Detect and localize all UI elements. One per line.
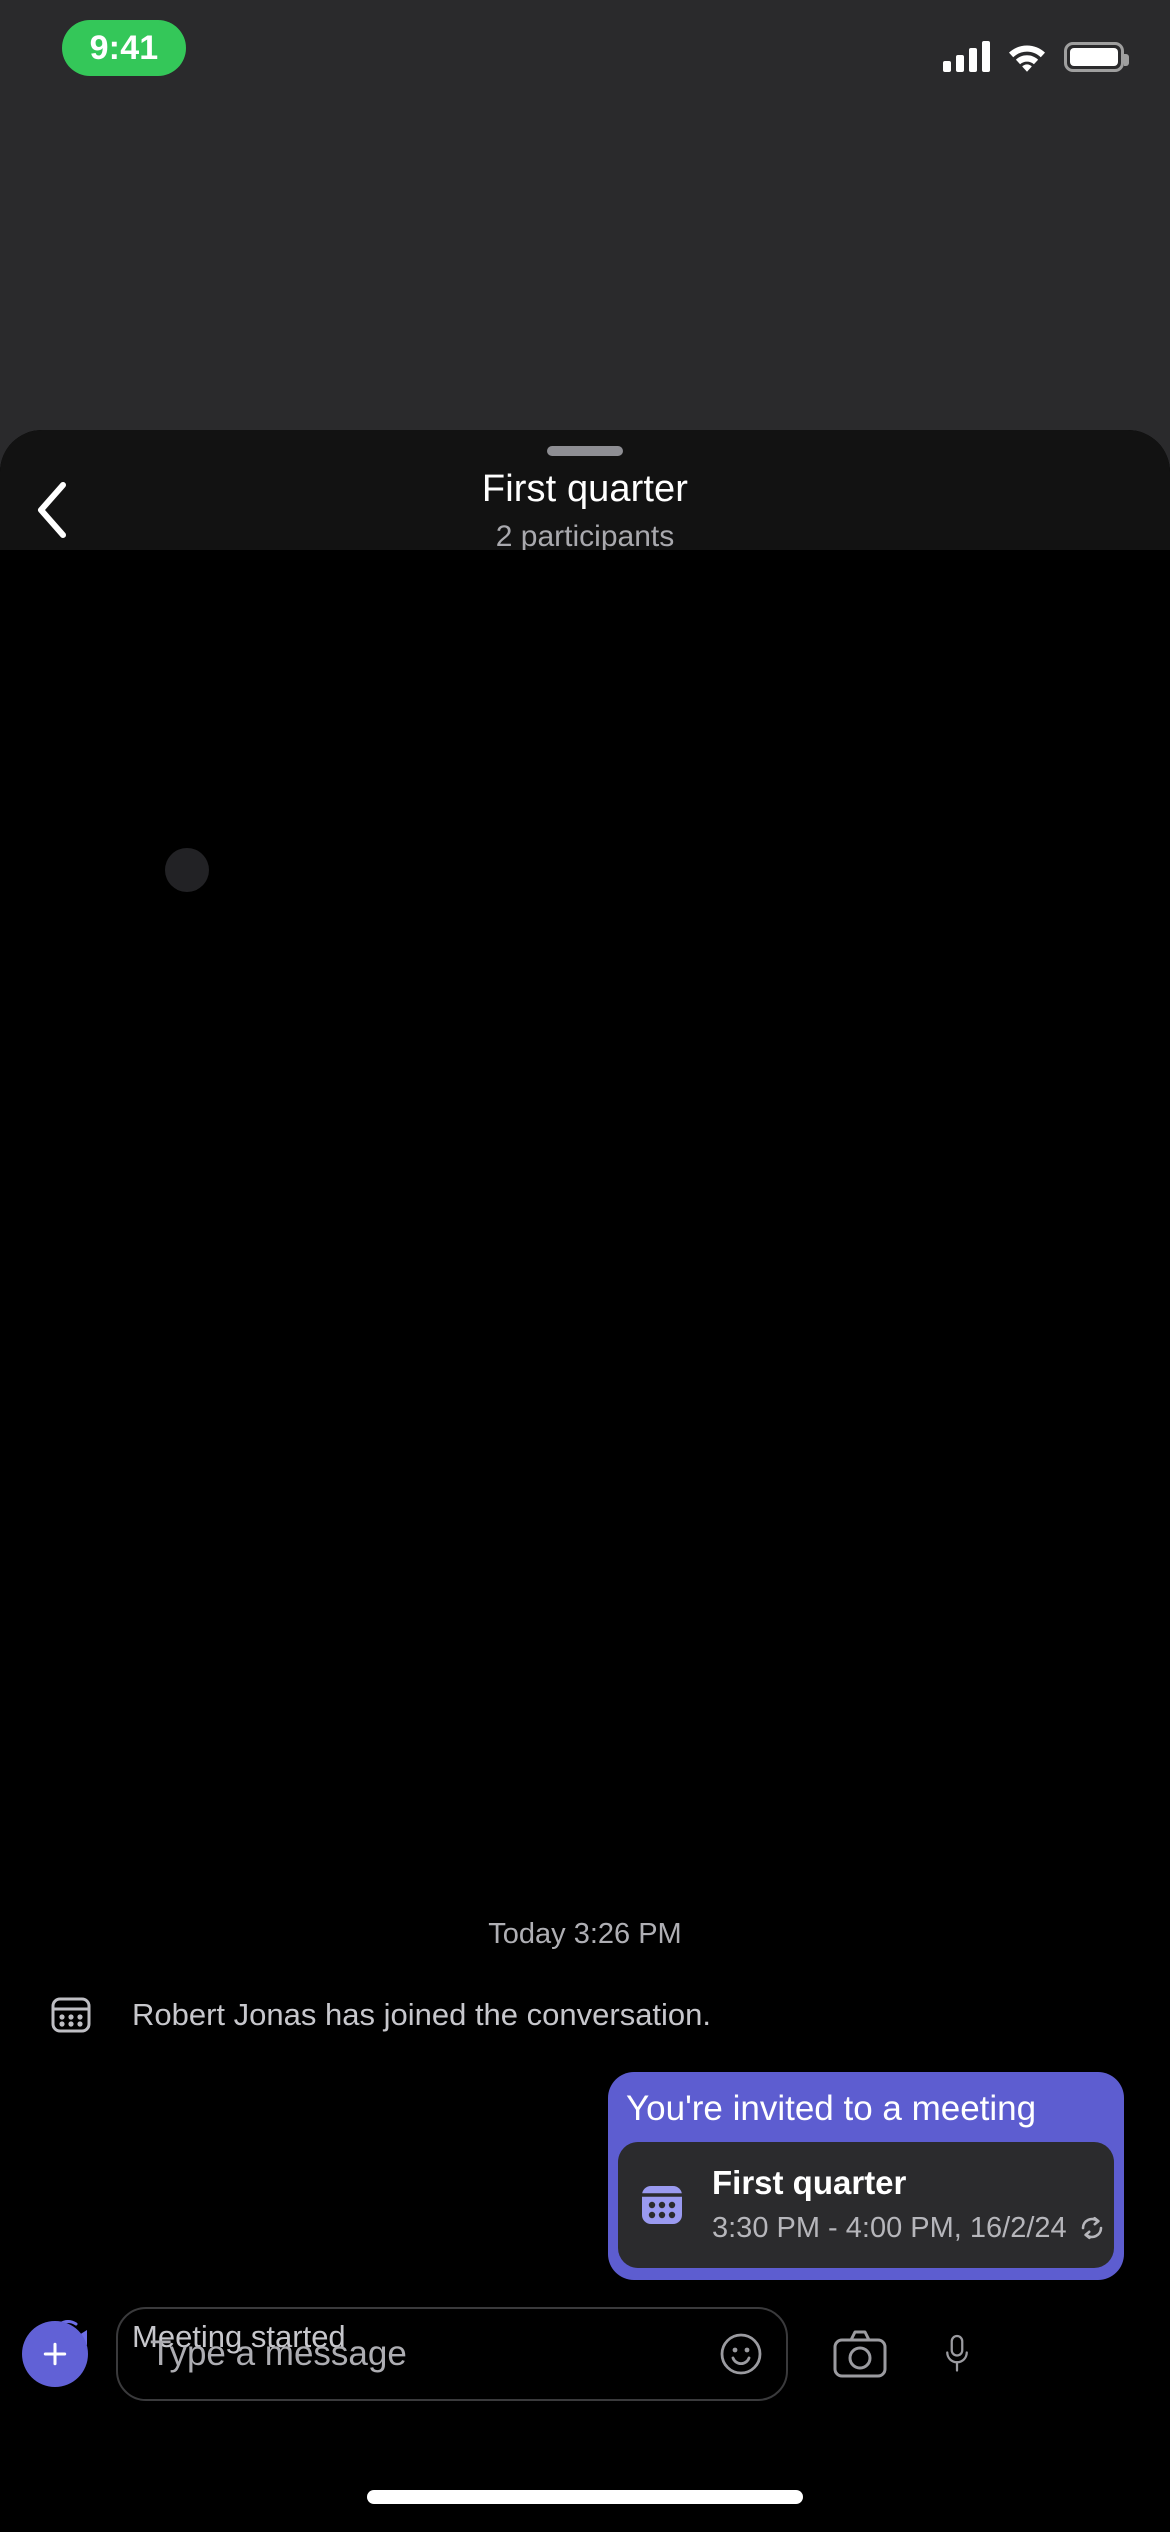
sheet-header: First quarter 2 participants xyxy=(0,430,1170,553)
avatar xyxy=(165,848,209,892)
meeting-card[interactable]: First quarter 3:30 PM - 4:00 PM, 16/2/24 xyxy=(618,2142,1114,2268)
system-message-joined: Robert Jonas has joined the conversation… xyxy=(0,1992,1170,2038)
status-time-pill[interactable]: 9:41 xyxy=(62,20,186,76)
camera-icon[interactable] xyxy=(830,2324,890,2384)
system-message-text: Robert Jonas has joined the conversation… xyxy=(132,1997,712,2032)
cellular-signal-icon xyxy=(943,40,990,72)
calendar-filled-icon xyxy=(636,2179,688,2231)
meeting-time: 3:30 PM - 4:00 PM, 16/2/24 xyxy=(712,2212,1067,2244)
header-text-block: First quarter 2 participants xyxy=(0,464,1170,558)
status-indicators xyxy=(943,30,1129,72)
plus-icon xyxy=(43,2342,67,2366)
message-list[interactable]: Today 3:26 PM Robert Jonas has joined th… xyxy=(0,550,1170,2412)
add-attachment-button[interactable] xyxy=(22,2321,88,2387)
home-indicator xyxy=(367,2490,803,2504)
invite-bubble[interactable]: You're invited to a meeting First quarte… xyxy=(608,2072,1124,2280)
invite-headline: You're invited to a meeting xyxy=(626,2089,1037,2128)
recurring-icon xyxy=(1081,2216,1102,2240)
status-time: 9:41 xyxy=(89,28,159,67)
sheet-grabber[interactable] xyxy=(547,446,623,456)
calendar-icon xyxy=(48,1992,94,2038)
emoji-smiley-icon[interactable] xyxy=(718,2331,764,2377)
meeting-card-body: First quarter 3:30 PM - 4:00 PM, 16/2/24 xyxy=(712,2162,1102,2248)
status-bar: 9:41 xyxy=(0,0,1170,120)
message-input[interactable]: Type a message xyxy=(150,2331,704,2377)
microphone-icon[interactable] xyxy=(936,2333,978,2375)
message-input-shell[interactable]: Type a message xyxy=(116,2307,788,2401)
page-title: First quarter xyxy=(481,468,689,510)
chat-sheet: First quarter 2 participants Today 3:26 … xyxy=(0,430,1170,2532)
invite-message[interactable]: You're invited to a meeting First quarte… xyxy=(0,2072,1170,2280)
phone-screen: 9:41 First quarter 2 participants Today … xyxy=(0,0,1170,2532)
message-composer: Type a message xyxy=(0,2294,1170,2414)
meeting-time-row: 3:30 PM - 4:00 PM, 16/2/24 xyxy=(712,2208,1102,2248)
day-timestamp: Today 3:26 PM xyxy=(488,1918,682,1950)
meeting-title: First quarter xyxy=(712,2164,907,2201)
wifi-icon xyxy=(1009,45,1045,72)
battery-icon xyxy=(1064,42,1129,72)
